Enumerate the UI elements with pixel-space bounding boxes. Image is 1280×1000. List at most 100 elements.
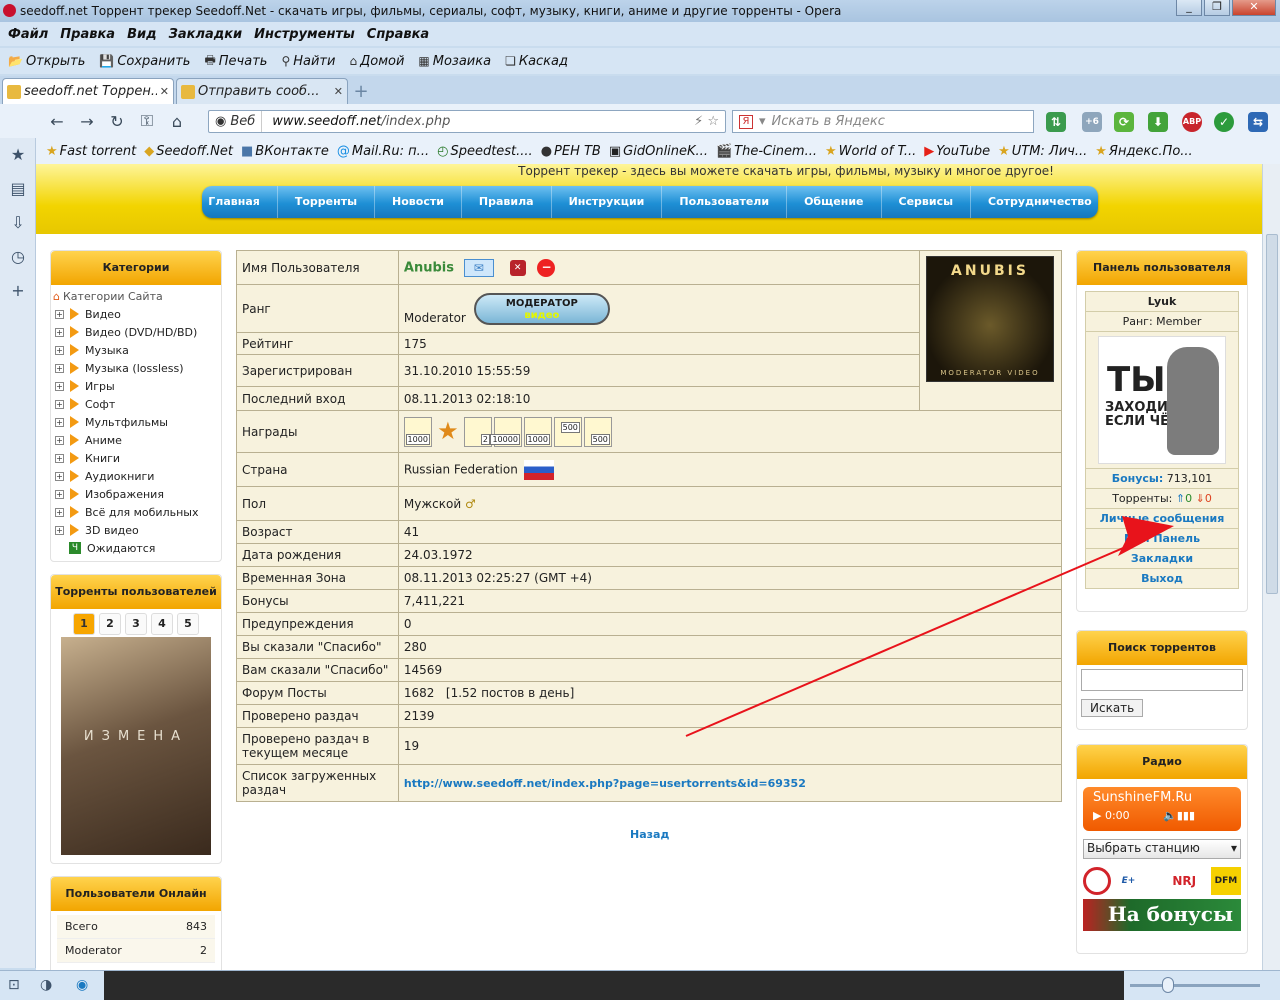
new-tab-button[interactable]: + <box>350 82 372 104</box>
save-button[interactable]: 💾 Сохранить <box>95 54 194 69</box>
bookmark-item[interactable]: ■ ВКонтакте <box>241 144 329 159</box>
panel-toggle-icon[interactable]: ⊡ <box>8 977 20 993</box>
bookmark-item[interactable]: ★ World of T... <box>825 144 916 159</box>
vk-icon: ■ <box>240 143 254 159</box>
bookmark-item[interactable]: ● РЕН ТВ <box>541 144 601 159</box>
tab-seedoff[interactable]: seedoff.net Торрен... ✕ <box>2 78 174 104</box>
history-icon[interactable]: ◷ <box>0 240 36 274</box>
opera-logo-icon <box>3 4 16 17</box>
translate-ext-icon[interactable]: ⇅ <box>1046 112 1066 132</box>
refresh-ext-icon[interactable]: ⟳ <box>1114 112 1134 132</box>
rss-star-icon[interactable]: ⚡ ☆ <box>694 114 725 129</box>
window-title: seedoff.net Торрент трекер Seedoff.Net -… <box>20 4 842 18</box>
minimize-button[interactable]: _ <box>1176 0 1202 16</box>
menu-bookmarks[interactable]: Закладки <box>165 27 247 42</box>
yandex-icon: Я <box>739 114 753 129</box>
bookmark-item[interactable]: 🎬 The-Cinem... <box>716 144 817 159</box>
opera-side-panel: ★ ▤ ⇩ ◷ + <box>0 138 36 968</box>
address-toolbar: ← → ↻ ⚿ ⌂ ◉ Веб www.seedoff.net/index.php… <box>0 104 1280 138</box>
bookmarks-star-icon[interactable]: ★ <box>0 138 36 172</box>
home-icon: ⌂ <box>349 54 358 68</box>
save-icon: 💾 <box>99 54 115 68</box>
cascade-button[interactable]: ❏ Каскад <box>501 54 572 69</box>
star-icon: ★ <box>825 143 837 159</box>
annotation-arrow <box>685 516 1174 737</box>
adblock-ext-icon[interactable]: ABP <box>1182 112 1202 132</box>
gidonline-icon: ▣ <box>608 143 622 159</box>
status-panel <box>104 971 1124 1000</box>
speedtest-icon: ◴ <box>437 143 449 159</box>
star-icon: ★ <box>998 143 1010 159</box>
folder-icon: 📂 <box>8 54 23 68</box>
tile-icon: ▦ <box>418 54 430 68</box>
open-button[interactable]: 📂 Открыть <box>4 54 89 69</box>
home-button[interactable]: ⌂ Домой <box>345 54 408 69</box>
bookmark-item[interactable]: ★ Яндекс.По... <box>1095 144 1192 159</box>
menu-tools[interactable]: Инструменты <box>250 27 359 42</box>
zoom-slider[interactable] <box>1130 984 1260 987</box>
bookmark-item[interactable]: ▣ GidOnlineK... <box>609 144 708 159</box>
cascade-icon: ❏ <box>505 54 516 68</box>
menu-help[interactable]: Справка <box>363 27 433 42</box>
bookmark-item[interactable]: ◆ Seedoff.Net <box>144 144 233 159</box>
menu-edit[interactable]: Правка <box>56 27 119 42</box>
key-icon[interactable]: ⚿ <box>132 111 162 131</box>
bookmarks-bar: ★ Fast torrent ◆ Seedoff.Net ■ ВКонтакте @ M… <box>36 138 1280 164</box>
seedoff-icon: ◆ <box>144 143 155 159</box>
bookmark-item[interactable]: ▶ YouTube <box>924 144 990 159</box>
star-icon: ★ <box>46 143 58 159</box>
print-button[interactable]: 🖶 Печать <box>200 51 271 72</box>
forward-arrow-icon[interactable]: → <box>72 112 102 131</box>
window-titlebar: seedoff.net Торрент трекер Seedoff.Net -… <box>0 0 1280 22</box>
bookmark-item[interactable]: ★ UTM: Лич... <box>998 144 1087 159</box>
youtube-icon: ▶ <box>924 143 935 159</box>
bookmark-item[interactable]: ★ Fast torrent <box>46 144 136 159</box>
globe-icon: ◉ <box>215 114 227 129</box>
speed-dial-icon[interactable]: ◉ <box>76 977 88 993</box>
clapper-icon: 🎬 <box>715 143 733 159</box>
url-text: www.seedoff.net/index.php <box>272 114 451 129</box>
tab-send-message[interactable]: Отправить сооб... ✕ <box>176 78 348 104</box>
ext-icon[interactable]: ⇆ <box>1248 112 1268 132</box>
tab-bar: seedoff.net Торрен... ✕ Отправить сооб..… <box>0 76 1280 104</box>
tile-button[interactable]: ▦ Мозаика <box>414 54 495 69</box>
close-tab-icon[interactable]: ✕ <box>160 85 173 98</box>
yandex-search-field[interactable]: Я ▾ Искать в Яндекс <box>732 110 1034 133</box>
maximize-button[interactable]: ❐ <box>1204 0 1230 16</box>
search-icon: ⚲ <box>281 54 291 68</box>
main-toolbar: 📂 Открыть 💾 Сохранить 🖶 Печать ⚲ Найти ⌂ Домо… <box>0 48 1280 74</box>
menu-file[interactable]: Файл <box>4 27 52 42</box>
bookmark-item[interactable]: @ Mail.Ru: п... <box>337 144 429 159</box>
add-panel-icon[interactable]: + <box>0 274 36 308</box>
arrow-line <box>685 538 1145 737</box>
star-icon: ★ <box>1095 143 1107 159</box>
dropdown-arrow-icon[interactable]: ▾ <box>759 114 766 129</box>
menu-bar: Файл Правка Вид Закладки Инструменты Спр… <box>0 22 1280 46</box>
web-mode-label[interactable]: ◉ Веб <box>209 111 263 132</box>
notes-icon[interactable]: ▤ <box>0 172 36 206</box>
home-icon[interactable]: ⌂ <box>162 112 192 131</box>
weather-ext-icon[interactable]: +6 <box>1082 112 1102 132</box>
close-window-button[interactable]: ✕ <box>1232 0 1276 16</box>
check-ext-icon[interactable]: ✓ <box>1214 112 1234 132</box>
download-ext-icon[interactable]: ⬇ <box>1148 112 1168 132</box>
turbo-icon[interactable]: ◑ <box>40 977 52 993</box>
reload-icon[interactable]: ↻ <box>102 112 132 131</box>
scroll-thumb[interactable] <box>1266 234 1278 594</box>
seedoff-favicon-icon <box>7 84 21 99</box>
web-page: Торрент трекер - здесь вы можете скачать… <box>36 164 1262 970</box>
menu-view[interactable]: Вид <box>123 27 161 42</box>
address-field[interactable]: ◉ Веб www.seedoff.net/index.php ⚡ ☆ <box>208 110 726 133</box>
mailru-icon: @ <box>336 143 350 159</box>
print-icon: 🖶 <box>204 52 216 67</box>
find-button[interactable]: ⚲ Найти <box>277 54 339 69</box>
downloads-icon[interactable]: ⇩ <box>0 206 36 240</box>
seedoff-favicon-icon <box>181 84 195 99</box>
ren-tv-icon: ● <box>540 143 553 159</box>
close-tab-icon[interactable]: ✕ <box>334 85 347 98</box>
back-arrow-icon[interactable]: ← <box>42 112 72 131</box>
bookmark-item[interactable]: ◴ Speedtest.... <box>437 144 533 159</box>
arrow-head-icon <box>1118 516 1174 556</box>
vertical-scrollbar[interactable] <box>1262 164 1280 970</box>
zoom-slider-thumb[interactable] <box>1162 977 1174 993</box>
